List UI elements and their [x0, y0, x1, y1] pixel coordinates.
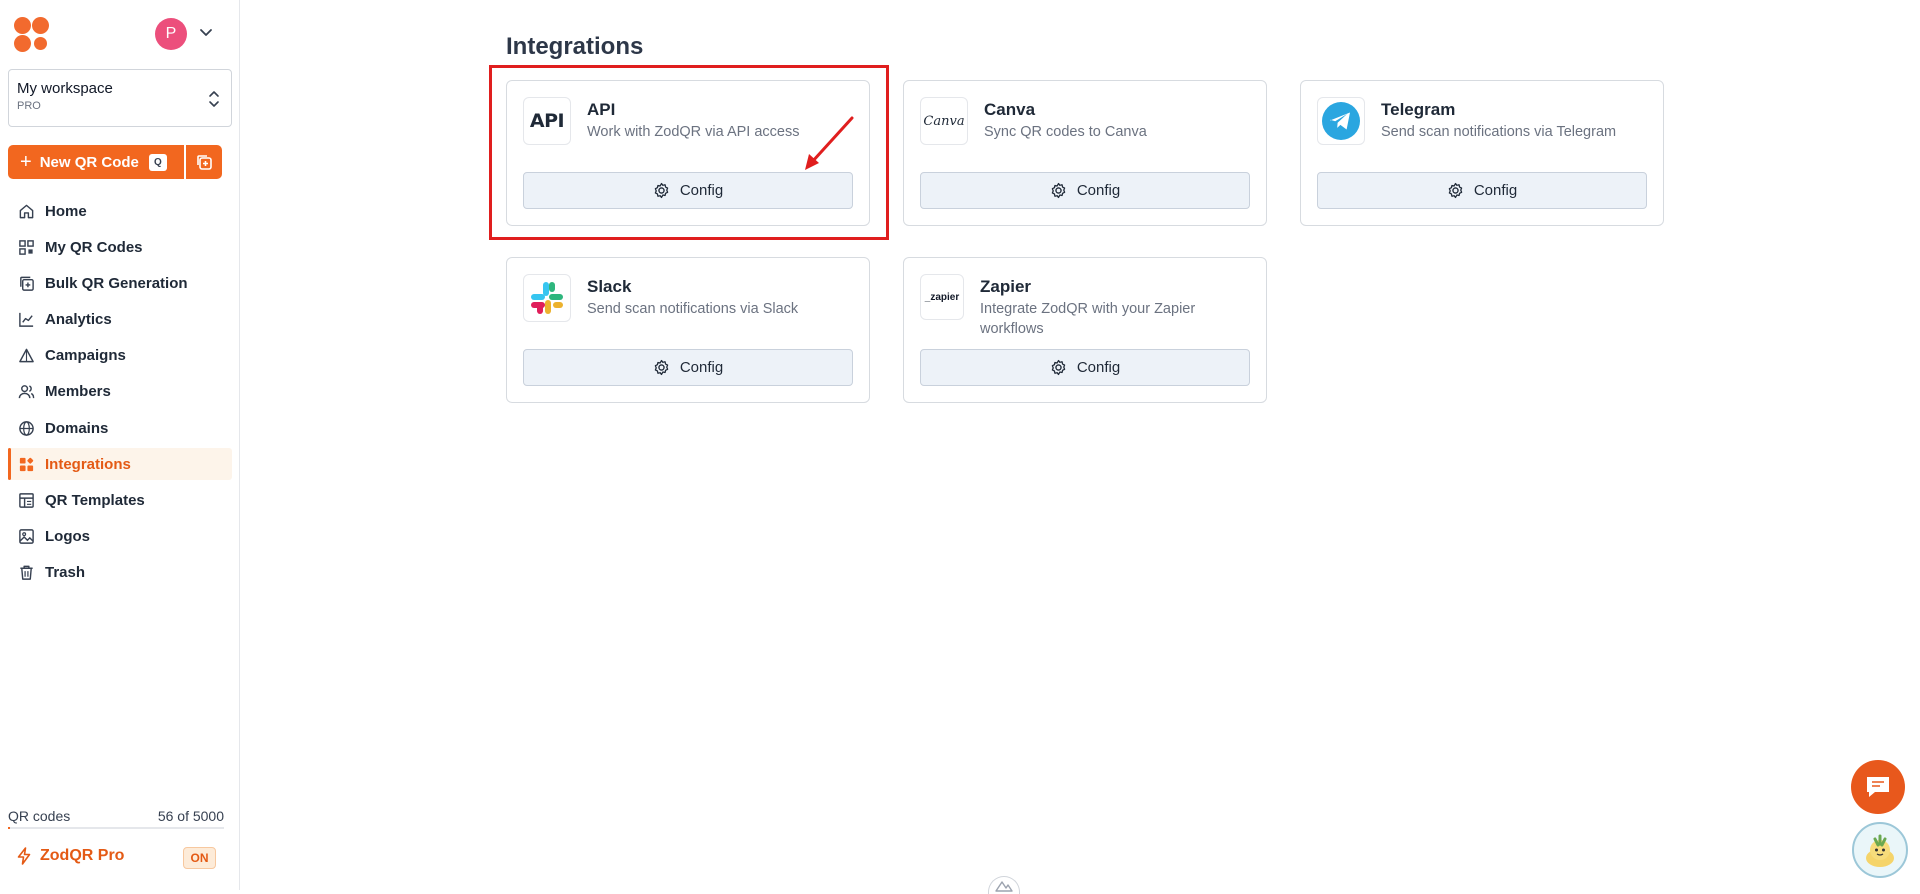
sidebar-item-label: Integrations	[45, 455, 131, 473]
workspace-switcher[interactable]: My workspace PRO	[8, 69, 232, 127]
sidebar-nav: Home My QR Codes Bulk QR Generation Anal…	[8, 195, 232, 593]
analytics-icon	[19, 312, 34, 327]
sidebar-item-logos[interactable]: Logos	[8, 521, 232, 553]
new-qr-code-button[interactable]: + New QR Code Q	[8, 145, 184, 179]
bulk-copy-icon	[20, 276, 34, 291]
integration-description: Sync QR codes to Canva	[984, 124, 1147, 140]
workspace-name: My workspace	[17, 80, 113, 97]
config-button[interactable]: Config	[1317, 172, 1647, 209]
sidebar-item-label: Members	[45, 383, 111, 401]
globe-icon	[19, 420, 34, 436]
config-button[interactable]: Config	[920, 349, 1250, 386]
workspace-plan: PRO	[17, 100, 41, 112]
integration-card-zapier: _zapier Zapier Integrate ZodQR with your…	[903, 257, 1267, 403]
zapier-logo-text: _zapier	[924, 291, 960, 303]
campaigns-icon	[19, 348, 34, 363]
page-title: Integrations	[506, 33, 644, 60]
qr-grid-icon	[19, 239, 34, 255]
canva-logo-text: Canva	[923, 113, 965, 129]
quota-progress-bar	[8, 827, 224, 829]
sidebar-item-campaigns[interactable]: Campaigns	[8, 340, 232, 372]
annotation-arrow	[805, 116, 854, 170]
integration-title: Telegram	[1381, 100, 1456, 119]
sidebar: P My workspace PRO + New QR Code Q Home …	[0, 0, 240, 890]
sidebar-item-domains[interactable]: Domains	[8, 412, 232, 444]
bulk-create-button[interactable]	[186, 145, 222, 179]
integration-description: Integrate ZodQR with your Zapier workflo…	[980, 301, 1196, 337]
integration-description: Send scan notifications via Slack	[587, 301, 799, 317]
lightning-icon	[17, 847, 31, 865]
image-icon	[19, 529, 34, 545]
zapier-logo: _zapier	[920, 274, 964, 320]
slack-logo	[523, 274, 571, 322]
sidebar-item-label: Domains	[45, 419, 109, 437]
sidebar-item-label: Logos	[45, 528, 90, 546]
telegram-icon	[1322, 102, 1360, 140]
quota-progress-fill	[8, 827, 11, 829]
qr-quota: QR codes 56 of 5000	[8, 808, 224, 824]
quota-value: 56 of 5000	[157, 808, 224, 824]
sidebar-item-label: QR Templates	[45, 492, 145, 509]
plus-icon: +	[20, 151, 32, 173]
sidebar-item-analytics[interactable]: Analytics	[8, 304, 232, 336]
assistant-mascot-button[interactable]	[1852, 822, 1908, 878]
chevron-down-icon[interactable]	[198, 24, 214, 40]
integration-card-telegram: Telegram Send scan notifications via Tel…	[1300, 80, 1664, 226]
sidebar-item-label: Trash	[45, 564, 86, 582]
sidebar-item-my-qr-codes[interactable]: My QR Codes	[8, 231, 232, 263]
zodqr-pro-link[interactable]: ZodQR Pro	[16, 847, 124, 865]
zodqr-logo[interactable]	[14, 17, 50, 53]
config-label: Config	[679, 359, 724, 376]
config-label: Config	[1473, 182, 1518, 199]
sidebar-item-trash[interactable]: Trash	[8, 557, 232, 589]
sidebar-item-label: Home	[45, 202, 87, 220]
chat-icon	[1867, 777, 1889, 797]
sidebar-item-bulk-qr-generation[interactable]: Bulk QR Generation	[8, 267, 232, 299]
templates-icon	[19, 493, 34, 508]
config-button[interactable]: Config	[523, 349, 853, 386]
integration-title: Canva	[984, 100, 1036, 119]
chevron-up-down-icon	[209, 91, 219, 107]
integration-card-slack: Slack Send scan notifications via Slack …	[506, 257, 870, 403]
canva-logo: Canva	[920, 97, 968, 145]
devtools-toggle[interactable]	[988, 876, 1020, 894]
avatar-letter: P	[165, 25, 177, 42]
sidebar-item-home[interactable]: Home	[8, 195, 232, 227]
chat-support-button[interactable]	[1851, 760, 1905, 814]
sidebar-item-integrations[interactable]: Integrations	[8, 448, 232, 481]
config-label: Config	[1076, 182, 1121, 199]
sidebar-item-members[interactable]: Members	[8, 376, 232, 408]
gear-icon	[1051, 182, 1066, 199]
sidebar-item-label: Campaigns	[45, 347, 126, 365]
copy-plus-icon	[197, 155, 212, 170]
shortcut-badge: Q	[148, 153, 167, 171]
new-qr-code-label: New QR Code	[39, 153, 139, 171]
config-label: Config	[1076, 359, 1121, 376]
gear-icon	[1051, 359, 1066, 376]
sidebar-item-qr-templates[interactable]: QR Templates	[8, 485, 232, 517]
pro-status-badge: ON	[183, 847, 216, 869]
avatar[interactable]: P	[155, 18, 187, 50]
trash-icon	[20, 566, 33, 581]
integrations-icon	[19, 457, 34, 471]
integration-card-canva: Canva Canva Sync QR codes to Canva Confi…	[903, 80, 1267, 226]
sidebar-item-label: Bulk QR Generation	[45, 274, 188, 292]
telegram-logo	[1317, 97, 1365, 145]
slack-icon	[531, 282, 563, 314]
pro-label: ZodQR Pro	[40, 847, 125, 864]
home-icon	[19, 204, 34, 218]
integration-title: Zapier	[980, 277, 1032, 296]
sidebar-item-label: My QR Codes	[45, 238, 143, 256]
gear-icon	[1448, 182, 1463, 199]
mascot-icon	[1866, 834, 1894, 867]
sidebar-item-label: Analytics	[45, 311, 112, 329]
integration-title: Slack	[587, 277, 632, 296]
quota-label: QR codes	[8, 808, 71, 824]
gear-icon	[654, 359, 669, 376]
integration-description: Send scan notifications via Telegram	[1381, 124, 1617, 140]
config-button[interactable]: Config	[920, 172, 1250, 209]
members-icon	[18, 385, 35, 399]
